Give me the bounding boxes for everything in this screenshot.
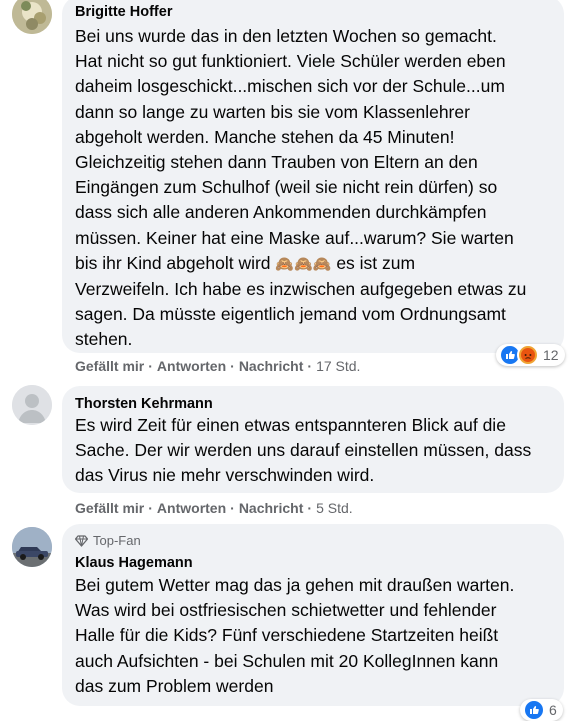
angry-icon (517, 344, 539, 366)
like-button[interactable]: Gefällt mir (75, 358, 144, 374)
reaction-summary[interactable]: 12 (496, 344, 565, 366)
like-icon (523, 699, 545, 721)
message-button[interactable]: Nachricht (239, 500, 304, 516)
reaction-summary[interactable]: 6 (520, 699, 563, 721)
avatar[interactable] (12, 0, 52, 34)
author-name[interactable]: Thorsten Kehrmann (75, 396, 213, 412)
default-avatar-icon (12, 385, 52, 425)
reply-button[interactable]: Antworten (157, 358, 226, 374)
top-fan-badge[interactable]: Top-Fan (75, 533, 141, 548)
timestamp[interactable]: 17 Std. (316, 358, 360, 374)
author-name[interactable]: Klaus Hagemann (75, 555, 193, 571)
avatar[interactable] (12, 385, 52, 425)
like-button[interactable]: Gefällt mir (75, 500, 144, 516)
comment-bubble: Top-Fan Klaus Hagemann Bei gutem Wetter … (62, 524, 564, 706)
monkey-emoji-group: 🙈🙈🙈 (275, 255, 332, 273)
comment-text: Es wird Zeit für einen etwas entspannter… (75, 415, 532, 486)
reply-button[interactable]: Antworten (157, 500, 226, 516)
avatar-image (12, 527, 52, 567)
avatar[interactable] (12, 527, 52, 567)
comment-actions: Gefällt mir · Antworten · Nachricht · 17 Std. (75, 358, 361, 374)
comment-text: Bei gutem Wetter mag das ja gehen mit dr… (75, 575, 515, 696)
avatar-image (12, 0, 52, 34)
reaction-count: 12 (543, 347, 559, 363)
timestamp[interactable]: 5 Std. (316, 500, 353, 516)
author-name[interactable]: Brigitte Hoffer (75, 4, 172, 20)
comment-text: Bei uns wurde das in den letzten Wochen … (75, 26, 527, 350)
message-button[interactable]: Nachricht (239, 358, 304, 374)
comment-actions: Gefällt mir · Antworten · Nachricht · 5 Std. (75, 500, 353, 516)
reaction-count: 6 (549, 702, 557, 718)
diamond-icon (75, 534, 88, 547)
comment-bubble: Thorsten Kehrmann Es wird Zeit für einen… (62, 386, 564, 493)
comment-bubble: Brigitte Hoffer Bei uns wurde das in den… (62, 0, 564, 353)
